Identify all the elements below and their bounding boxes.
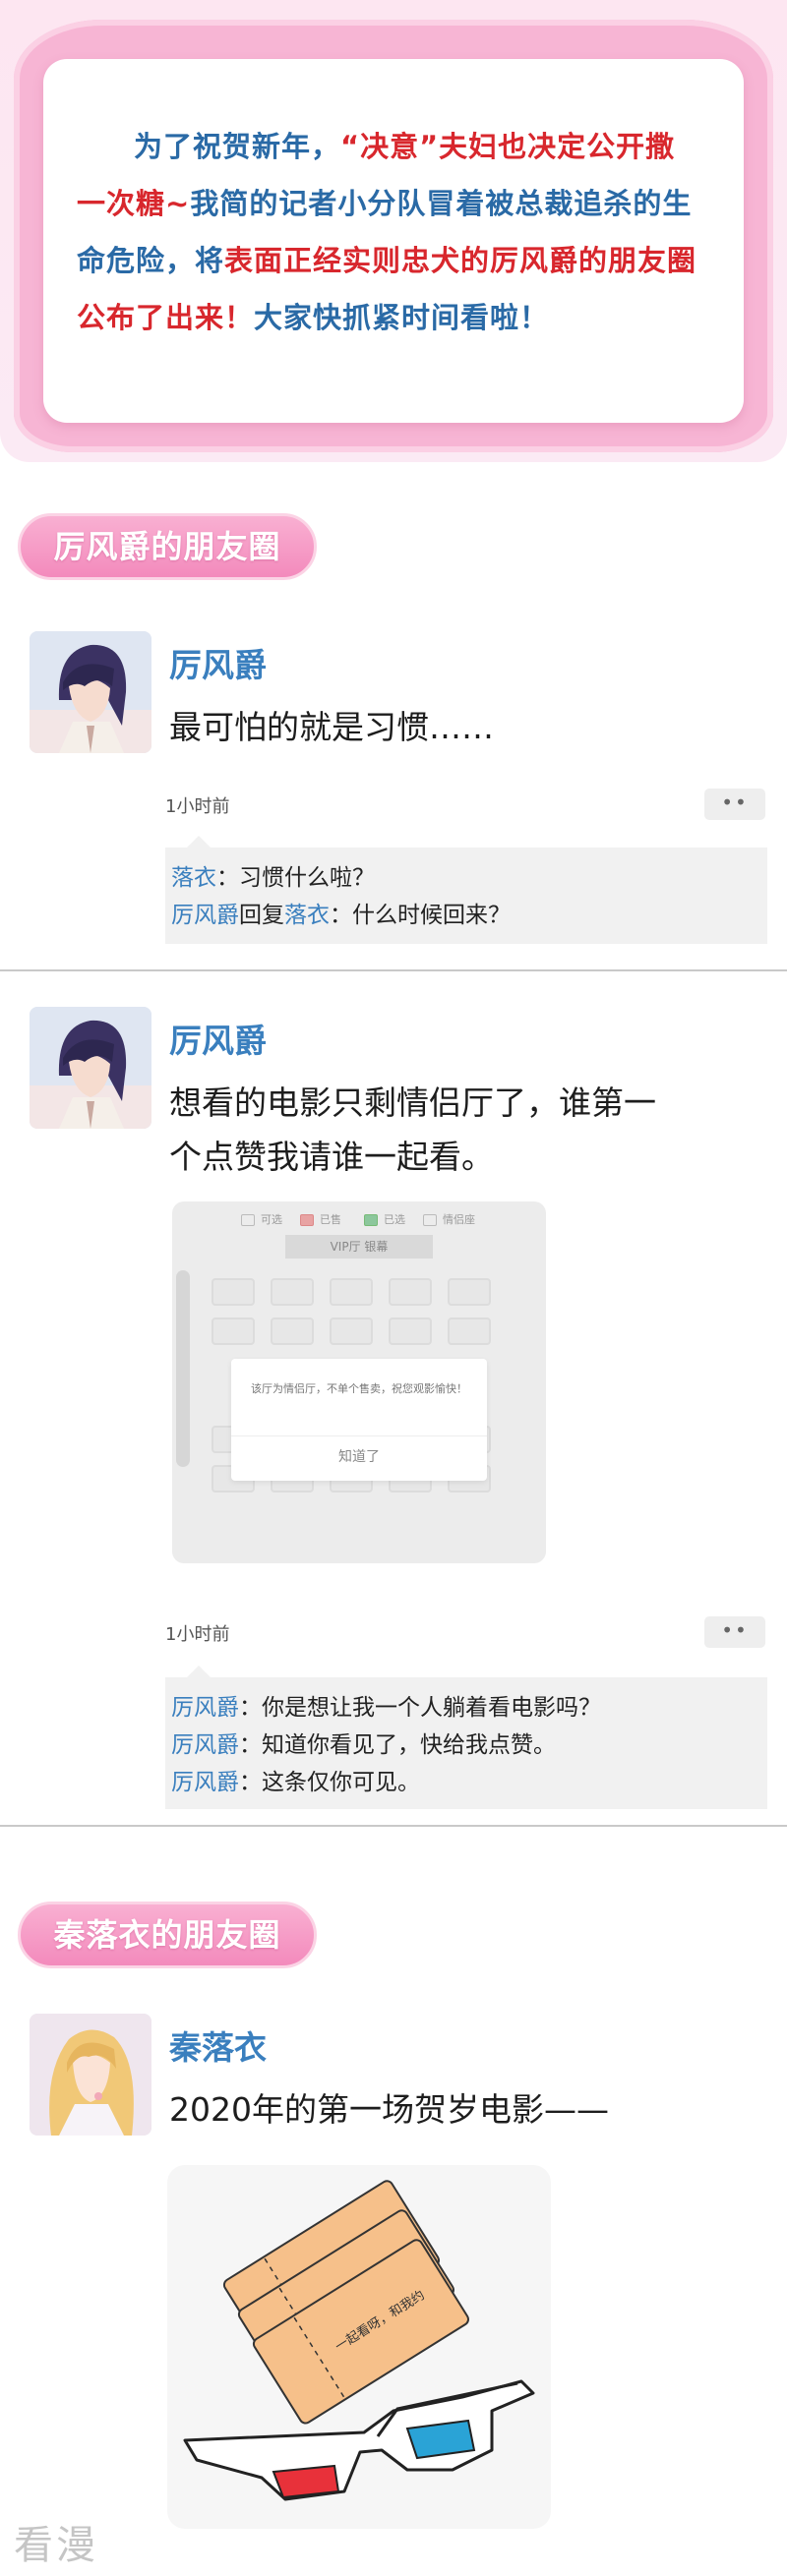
comment-reply-label: 回复 [239, 903, 284, 928]
avatar-lifengjue-icon [30, 631, 151, 753]
post-time: 1小时前 [165, 1624, 230, 1645]
couple-hall-dialog: 该厅为情侣厅，不单个售卖，祝您观影愉快！ 知道了 [231, 1359, 487, 1481]
more-options-button[interactable]: •• [704, 1616, 765, 1648]
comment-sep: ： [239, 1695, 262, 1721]
comment-author[interactable]: 厉风爵 [171, 1770, 239, 1795]
post-time: 1小时前 [165, 796, 230, 817]
moment-post-3: 秦落衣 2020年的第一场贺岁电影—— [0, 2014, 787, 2161]
seat [330, 1317, 373, 1345]
seat [271, 1278, 314, 1306]
avatar[interactable] [30, 631, 151, 753]
intro-line-4: 公布了出来！大家快抓紧时间看啦！ [77, 289, 710, 346]
post-image-cinema[interactable]: 可选 已售 已选 情侣座 VIP厅 银幕 该厅为情侣厅，不单个售卖，祝您观影愉快… [172, 1201, 546, 1563]
seat [271, 1317, 314, 1345]
hall-title: VIP厅 银幕 [285, 1235, 433, 1259]
intro-banner: 为了祝贺新年，“决意”夫妇也决定公开撒 一次糖~我简的记者小分队冒着被总裁追杀的… [0, 0, 787, 462]
poster-name[interactable]: 厉风爵 [169, 639, 267, 686]
comment-item[interactable]: 落衣：习惯什么啦？ [171, 859, 761, 897]
post-divider [0, 1825, 787, 1827]
section-title-qinluoyi: 秦落衣的朋友圈 [18, 1902, 317, 1968]
comment-text: 知道你看见了，快给我点赞。 [262, 1732, 556, 1758]
seat [330, 1278, 373, 1306]
legend-item: 情侣座 [423, 1211, 475, 1227]
seat [389, 1278, 432, 1306]
comment-text: 什么时候回来？ [352, 903, 511, 928]
intro-text: 命危险，将 [77, 244, 225, 277]
section-title-lifengjue: 厉风爵的朋友圈 [18, 513, 317, 580]
comment-text: 这条仅你可见。 [262, 1770, 420, 1795]
comment-box: 落衣：习惯什么啦？ 厉风爵回复落衣：什么时候回来？ [165, 836, 767, 944]
seat [212, 1317, 255, 1345]
intro-highlight: 夫妇也决定公开撒 [439, 130, 676, 163]
dialog-divider [231, 1435, 487, 1436]
comment-reply-target[interactable]: 落衣 [284, 903, 330, 928]
legend-item: 已选 [364, 1211, 405, 1227]
comment-author[interactable]: 厉风爵 [171, 1732, 239, 1758]
comment-item[interactable]: 厉风爵：你是想让我一个人躺着看电影吗？ [171, 1689, 761, 1727]
comment-text: 习惯什么啦？ [239, 865, 375, 891]
seat [448, 1278, 491, 1306]
seat-legend: 可选 已售 已选 情侣座 [172, 1201, 546, 1235]
intro-highlight: “决意” [340, 130, 440, 163]
dialog-ok-button[interactable]: 知道了 [231, 1439, 487, 1475]
comment-sep: ： [330, 903, 352, 928]
post-image-tickets[interactable]: 一起看呀，和我约 [167, 2165, 551, 2529]
legend-item: 可选 [241, 1211, 282, 1227]
comment-item[interactable]: 厉风爵回复落衣：什么时候回来？ [171, 897, 761, 934]
moment-post-1: 厉风爵 最可怕的就是习惯…… 1小时前 •• 落衣：习惯什么啦？ 厉风爵回复落衣… [0, 631, 787, 956]
avatar-lifengjue-icon [30, 1007, 151, 1129]
poster-name[interactable]: 厉风爵 [169, 1015, 267, 1062]
comment-author[interactable]: 厉风爵 [171, 1695, 239, 1721]
post-text-line-2: 个点赞我请谁一起看。 [169, 1138, 494, 1176]
comment-item[interactable]: 厉风爵：这条仅你可见。 [171, 1764, 761, 1801]
dialog-message: 该厅为情侣厅，不单个售卖，祝您观影愉快！ [251, 1382, 467, 1395]
intro-line-3: 命危险，将表面正经实则忠犬的厉风爵的朋友圈 [77, 232, 710, 289]
intro-text: 我简的记者小分队冒着被总裁追杀的生 [190, 187, 693, 220]
comment-sep: ： [239, 1732, 262, 1758]
seat [389, 1317, 432, 1345]
row-indicator [176, 1270, 190, 1467]
seat [212, 1278, 255, 1306]
comment-sep: ： [216, 865, 239, 891]
post-text: 2020年的第一场贺岁电影—— [169, 2090, 609, 2129]
movie-tickets-3d-glasses-icon: 一起看呀，和我约 [183, 2180, 535, 2501]
seat [448, 1317, 491, 1345]
intro-text: 为了祝贺新年， [134, 130, 341, 163]
intro-text: 大家快抓紧时间看啦！ [254, 301, 550, 334]
comment-sep: ： [239, 1770, 262, 1795]
watermark: 看漫 [14, 2523, 98, 2568]
poster-name[interactable]: 秦落衣 [169, 2021, 267, 2069]
intro-line-1: 为了祝贺新年，“决意”夫妇也决定公开撒 [77, 118, 710, 175]
intro-highlight: 一次糖~ [77, 187, 191, 220]
comment-text: 你是想让我一个人躺着看电影吗？ [262, 1695, 601, 1721]
avatar-qinluoyi-icon [30, 2014, 151, 2136]
avatar[interactable] [30, 2014, 151, 2136]
comment-author[interactable]: 落衣 [171, 865, 216, 891]
comment-box: 厉风爵：你是想让我一个人躺着看电影吗？ 厉风爵：知道你看见了，快给我点赞。 厉风… [165, 1666, 767, 1809]
post-divider [0, 969, 787, 971]
intro-highlight: 公布了出来！ [77, 301, 255, 334]
intro-highlight: 表面正经实则忠犬的厉风爵的朋友圈 [224, 244, 697, 277]
comment-item[interactable]: 厉风爵：知道你看见了，快给我点赞。 [171, 1727, 761, 1764]
intro-card: 为了祝贺新年，“决意”夫妇也决定公开撒 一次糖~我简的记者小分队冒着被总裁追杀的… [43, 59, 744, 423]
more-options-button[interactable]: •• [704, 789, 765, 820]
avatar[interactable] [30, 1007, 151, 1129]
intro-line-2: 一次糖~我简的记者小分队冒着被总裁追杀的生 [77, 175, 710, 232]
legend-item: 已售 [300, 1211, 341, 1227]
comment-author[interactable]: 厉风爵 [171, 903, 239, 928]
post-text: 最可怕的就是习惯…… [169, 708, 494, 746]
post-text-line-1: 想看的电影只剩情侣厅了，谁第一 [169, 1083, 656, 1122]
